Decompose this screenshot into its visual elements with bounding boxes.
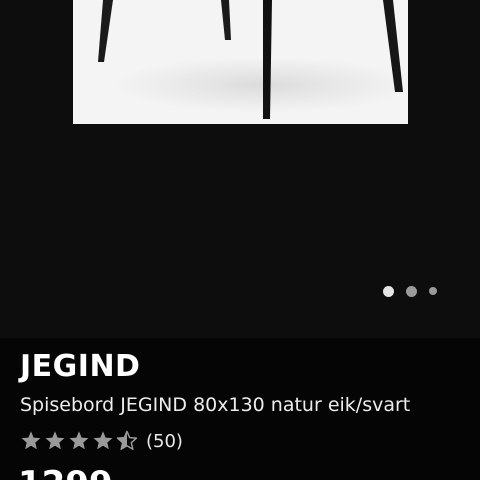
product-image[interactable]: [73, 0, 408, 124]
star-icon: [69, 431, 89, 450]
product-brand: JEGIND: [20, 349, 141, 384]
product-title[interactable]: Spisebord JEGIND 80x130 natur eik/svart: [20, 392, 410, 418]
rating-row[interactable]: (50): [20, 428, 183, 454]
rating-stars: [20, 430, 138, 452]
review-count[interactable]: (50): [146, 431, 183, 452]
star-icon: [93, 431, 113, 450]
star-icon: [45, 431, 65, 450]
product-screen: JEGIND Spisebord JEGIND 80x130 natur eik…: [0, 0, 480, 480]
product-image-carousel[interactable]: [0, 0, 480, 338]
carousel-dots[interactable]: [383, 285, 437, 297]
carousel-dot[interactable]: [406, 285, 417, 297]
carousel-dot[interactable]: [383, 285, 394, 297]
table-legs-illustration: [98, 0, 408, 119]
carousel-dot[interactable]: [429, 287, 437, 295]
star-icon: [21, 431, 41, 450]
star-half-icon: [116, 430, 138, 450]
product-price: 1299: [18, 464, 113, 480]
